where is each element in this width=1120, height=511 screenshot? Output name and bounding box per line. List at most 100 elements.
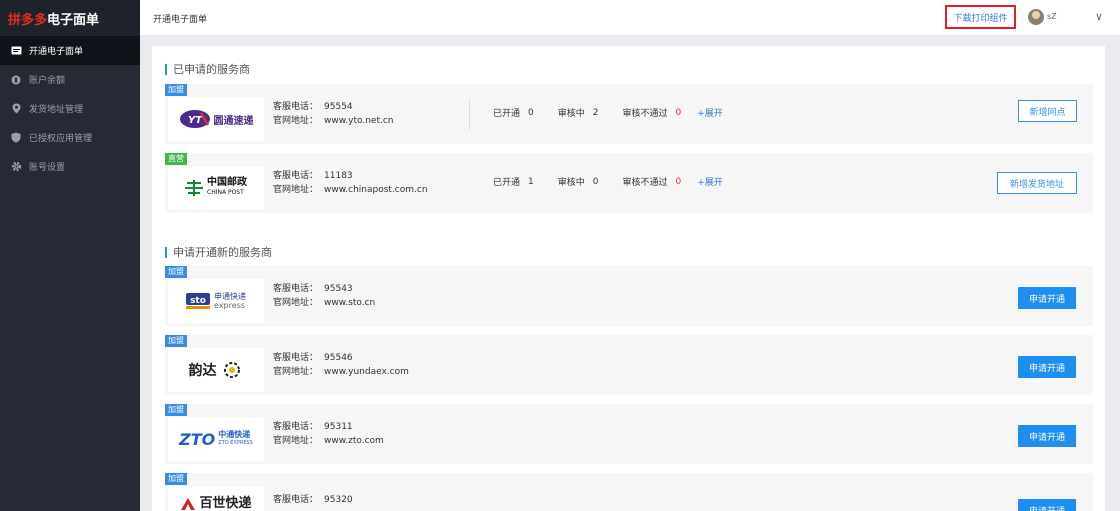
username[interactable]: sZ — [1047, 12, 1057, 21]
apply-button[interactable]: 申请开通 — [1018, 499, 1076, 511]
franchise-tag: 加盟 — [165, 266, 187, 278]
breadcrumb: 开通电子面单 — [153, 15, 208, 25]
zto-logo-en: ZTO EXPRESS — [218, 440, 253, 446]
site-label: 官网地址： — [273, 436, 319, 446]
apply-button[interactable]: 申请开通 — [1018, 287, 1076, 309]
sidebar-item-address[interactable]: 发货地址管理 — [0, 94, 140, 123]
sidebar-item-waybill[interactable]: 开通电子面单 — [0, 36, 140, 65]
franchise-tag: 加盟 — [165, 84, 187, 96]
add-outlet-button[interactable]: 新增网点 — [1018, 100, 1077, 122]
chinapost-logo: 中国邮政 CHINA POST — [168, 166, 264, 210]
svg-text:YT: YT — [187, 115, 202, 126]
site-label: 官网地址： — [273, 367, 319, 377]
provider-row-zto: 加盟 ZTO 中通快递 ZTO EXPRESS 客服电话： 95311 官网地址：… — [165, 404, 1093, 464]
phone-value: 11183 — [324, 171, 353, 181]
chinapost-logo-en: CHINA POST — [207, 189, 244, 196]
phone-label: 客服电话： — [273, 353, 319, 363]
apply-button[interactable]: 申请开通 — [1018, 425, 1076, 447]
sidebar-item-authorized-apps[interactable]: 已授权应用管理 — [0, 123, 140, 152]
rejected-label: 审核不通过 — [622, 178, 668, 188]
reviewing-count: 2 — [592, 107, 599, 118]
site-label: 官网地址： — [273, 116, 319, 126]
rejected-label: 审核不通过 — [622, 109, 668, 119]
zto-logo-mark: ZTO — [179, 429, 216, 449]
sidebar-item-label: 开通电子面单 — [29, 47, 84, 57]
expand-link[interactable]: +展开 — [697, 106, 723, 119]
chevron-down-icon[interactable]: ∨ — [1095, 10, 1103, 23]
sto-logo-en: express — [214, 301, 245, 310]
reviewing-label: 审核中 — [557, 178, 585, 188]
best-logo: 百世快递 — [168, 486, 264, 511]
zto-logo-cn: 中通快递 — [218, 430, 251, 439]
phone-value: 95311 — [324, 422, 353, 432]
phone-value: 95320 — [324, 495, 353, 505]
provider-row-yto: 加盟 YT 圆通速递 客服电话： 95554 官网地址： www.yto.net.c… — [165, 84, 1093, 144]
franchise-tag: 加盟 — [165, 473, 187, 485]
provider-row-best: 加盟 百世快递 客服电话： 95320 申请开通 — [165, 473, 1093, 511]
sto-logo: sto 申通快递 express — [168, 279, 264, 323]
sidebar-item-account-settings[interactable]: 账号设置 — [0, 152, 140, 181]
best-info: 客服电话： 95320 — [273, 493, 353, 507]
phone-value: 95546 — [324, 353, 353, 363]
zto-info: 客服电话： 95311 官网地址： www.zto.com — [273, 420, 384, 448]
apply-button[interactable]: 申请开通 — [1018, 356, 1076, 378]
provider-row-yunda: 加盟 韵达 客服电话： 95546 官网地址： www.yundaex.com 申请… — [165, 335, 1093, 395]
section-title-bar — [165, 246, 167, 258]
opened-count: 0 — [528, 107, 534, 118]
yunda-logo: 韵达 — [168, 348, 264, 392]
best-logo-text: 百世快递 — [199, 496, 252, 511]
sidebar-item-label: 已授权应用管理 — [29, 134, 93, 144]
section-title-new: 申请开通新的服务商 — [165, 244, 272, 260]
opened-label: 已开通 — [493, 178, 521, 188]
provider-row-sto: 加盟 sto 申通快递 express 客服电话： 95543 官网地址： www.… — [165, 266, 1093, 326]
sidebar: 拼多多 电子面单 开通电子面单 账户余额 发货地址管理 已授权应用管理 账号设置 — [0, 0, 140, 511]
brand-logo: 拼多多 电子面单 — [0, 0, 140, 36]
rejected-count: 0 — [675, 176, 682, 187]
best-logo-mark — [181, 498, 196, 510]
provider-row-chinapost: 直营 中国邮政 CHINA POST 客服电话： 11183 官网地址： www.c… — [165, 153, 1093, 213]
site-label: 官网地址： — [273, 298, 319, 308]
phone-value: 95543 — [324, 284, 353, 294]
direct-tag: 直营 — [165, 153, 187, 165]
yto-logo-text: 圆通速递 — [213, 115, 254, 127]
svg-text:sto: sto — [190, 296, 206, 306]
sidebar-item-label: 账号设置 — [29, 163, 66, 173]
rejected-count: 0 — [675, 107, 682, 118]
opened-label: 已开通 — [493, 109, 521, 119]
chinapost-info: 客服电话： 11183 官网地址： www.chinapost.com.cn — [273, 169, 428, 197]
phone-label: 客服电话： — [273, 171, 319, 181]
site-value: www.chinapost.com.cn — [324, 185, 428, 195]
chinapost-logo-mark — [185, 180, 203, 196]
sidebar-item-label: 账户余额 — [29, 76, 66, 86]
sto-info: 客服电话： 95543 官网地址： www.sto.cn — [273, 282, 375, 310]
chinapost-logo-cn: 中国邮政 — [207, 177, 247, 188]
franchise-tag: 加盟 — [165, 404, 187, 416]
sto-logo-mark: sto — [186, 293, 210, 309]
section-title-text: 已申请的服务商 — [173, 63, 250, 76]
expand-link[interactable]: +展开 — [697, 175, 723, 188]
yto-stats: 已开通 0 审核中 2 审核不通过 0 +展开 — [493, 106, 723, 120]
phone-label: 客服电话： — [273, 422, 319, 432]
phone-value: 95554 — [324, 102, 353, 112]
zto-logo: ZTO 中通快递 ZTO EXPRESS — [168, 417, 264, 461]
waybill-icon — [10, 45, 22, 57]
balance-icon — [10, 74, 22, 86]
site-value: www.sto.cn — [324, 298, 376, 308]
phone-label: 客服电话： — [273, 495, 319, 505]
sto-logo-text: 申通快递 express — [214, 292, 246, 310]
yto-info: 客服电话： 95554 官网地址： www.yto.net.cn — [273, 100, 393, 128]
yto-logo-mark: YT — [179, 110, 210, 128]
avatar[interactable] — [1028, 9, 1044, 25]
brand-part1: 拼多多 — [8, 12, 48, 28]
chinapost-stats: 已开通 1 审核中 0 审核不通过 0 +展开 — [493, 175, 723, 189]
sidebar-item-balance[interactable]: 账户余额 — [0, 65, 140, 94]
site-value: www.yto.net.cn — [324, 116, 394, 126]
chinapost-logo-text: 中国邮政 CHINA POST — [207, 178, 247, 198]
site-label: 官网地址： — [273, 185, 319, 195]
top-bar: 开通电子面单 下载打印组件 sZ ∨ — [140, 0, 1120, 36]
section-title-bar — [165, 63, 167, 75]
opened-count: 1 — [528, 176, 534, 187]
site-value: www.yundaex.com — [324, 367, 409, 377]
download-print-component-button[interactable]: 下载打印组件 — [945, 5, 1016, 29]
add-shipping-address-button[interactable]: 新增发货地址 — [997, 172, 1077, 194]
